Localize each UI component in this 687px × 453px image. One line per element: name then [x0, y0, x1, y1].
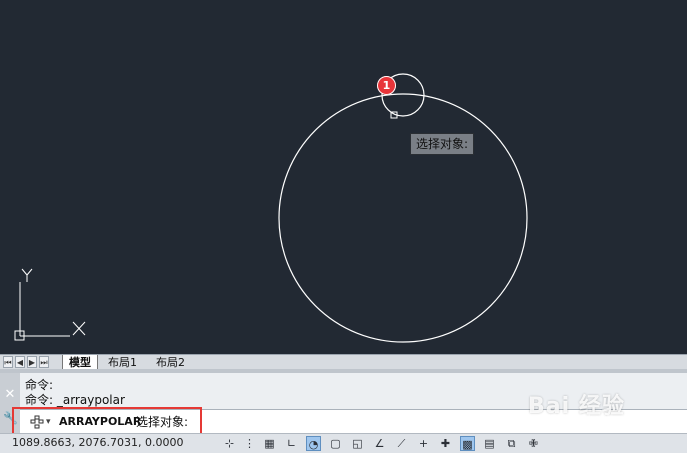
tab-layout1[interactable]: 布局1 [102, 355, 143, 370]
baidu-watermark-url: jingyan.baidu.com [548, 414, 641, 425]
history-line: 命令: _arraypolar [25, 393, 125, 407]
selection-cycling-icon[interactable]: ⧉ [504, 436, 519, 451]
lineweight-icon[interactable]: ✚ [438, 436, 453, 451]
3d-object-snap-icon[interactable]: ◱ [350, 436, 365, 451]
next-tab-button[interactable]: ▶ [27, 356, 37, 368]
object-snap-icon[interactable]: ▢ [328, 436, 343, 451]
ucs-icon [14, 268, 86, 341]
object-snap-tracking-icon[interactable]: ∠ [372, 436, 387, 451]
dynamic-ucs-icon[interactable]: ⟋ [394, 436, 409, 451]
last-tab-button[interactable]: ⏭ [39, 356, 49, 368]
transparency-icon[interactable]: ▩ [460, 436, 475, 451]
annotation-monitor-icon[interactable]: ✙ [526, 436, 541, 451]
dynamic-input-icon[interactable]: + [416, 436, 431, 451]
quick-properties-icon[interactable]: ▤ [482, 436, 497, 451]
large-circle[interactable] [278, 93, 528, 343]
ortho-mode-icon[interactable]: ∟ [284, 436, 299, 451]
prev-tab-button[interactable]: ◀ [15, 356, 25, 368]
polar-tracking-icon[interactable]: ◔ [306, 436, 321, 451]
array-polar-icon[interactable] [30, 415, 44, 429]
grid-display-icon[interactable]: ▦ [262, 436, 277, 451]
snap-mode-icon[interactable]: ⋮ [242, 436, 257, 451]
infer-constraints-icon[interactable]: ⊹ [222, 436, 237, 451]
current-command-prompt: 选择对象: [136, 415, 189, 429]
drawing-canvas[interactable]: 1 选择对象: [0, 0, 687, 354]
close-icon[interactable]: ✕ [3, 388, 17, 402]
drawing-geometry [14, 73, 528, 343]
status-bar: 1089.8663, 2076.7031, 0.0000 ⊹ ⋮ ▦ ∟ ◔ ▢… [0, 433, 687, 453]
current-command-name: ARRAYPOLAR [59, 415, 142, 428]
tab-layout2[interactable]: 布局2 [150, 355, 191, 370]
step-marker-badge: 1 [377, 76, 396, 95]
tab-model[interactable]: 模型 [62, 355, 98, 370]
select-objects-tooltip: 选择对象: [410, 133, 475, 155]
chevron-down-icon[interactable]: ▾ [46, 415, 51, 429]
first-tab-button[interactable]: ⏮ [3, 356, 13, 368]
coordinate-readout: 1089.8663, 2076.7031, 0.0000 [12, 436, 184, 449]
layout-tab-bar: ⏮ ◀ ▶ ⏭ 模型 布局1 布局2 [0, 354, 687, 370]
